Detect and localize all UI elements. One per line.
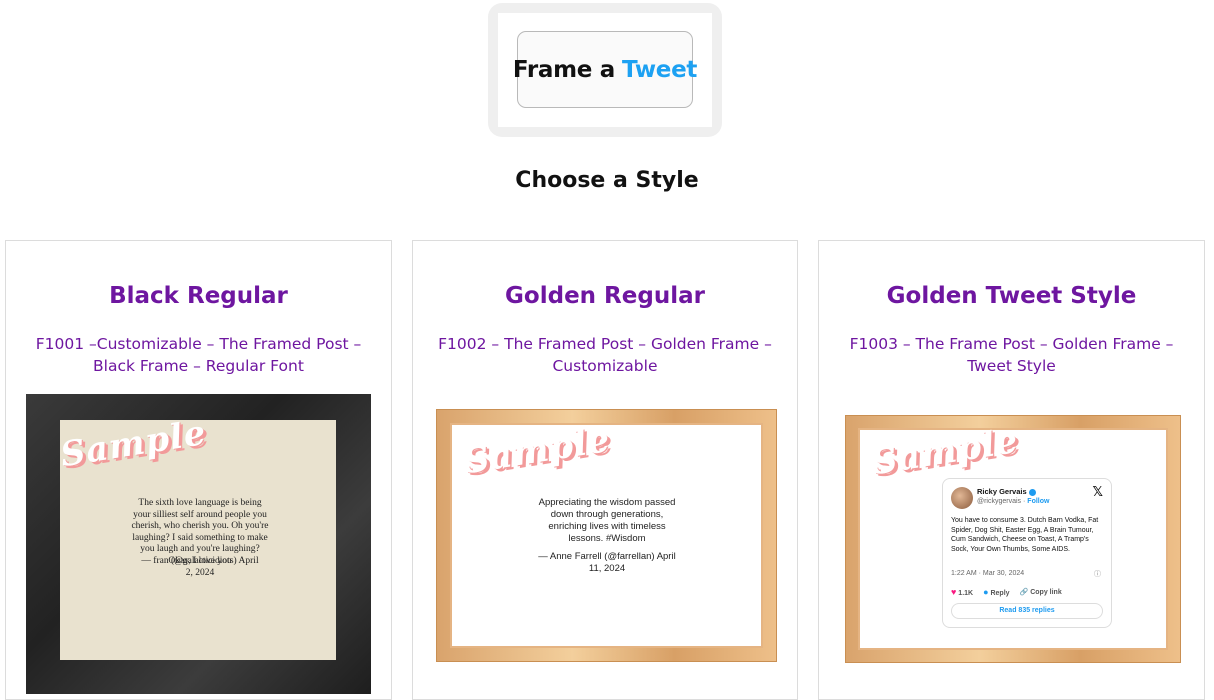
quote-attribution: — fran (@galacticidiots) April 2, 2024 [141, 556, 259, 578]
frame-mat: Sample The sixth love language is being … [58, 413, 336, 660]
style-card-black-regular[interactable]: Black Regular F1001 –Customizable – The … [5, 240, 392, 700]
card-subtitle[interactable]: F1003 – The Frame Post – Golden Frame – … [839, 333, 1184, 377]
card-subtitle[interactable]: F1002 – The Framed Post – Golden Frame –… [433, 333, 777, 377]
x-logo-icon: 𝕏 [1092, 484, 1103, 499]
tweet-author: Ricky Gervais [977, 487, 1036, 496]
tweet-actions: ♥ 1.1K ● Reply 🔗 Copy link [951, 587, 1062, 597]
quote-text: Appreciating the wisdom passed down thro… [538, 497, 676, 544]
tweet-body: You have to consume 3. Dutch Barn Vodka,… [951, 517, 1099, 553]
avatar [951, 487, 973, 509]
card-subtitle[interactable]: F1001 –Customizable – The Framed Post – … [26, 333, 371, 377]
sample-watermark: Sample [869, 420, 1022, 484]
card-title[interactable]: Black Regular [6, 283, 391, 309]
heart-icon: ♥ [951, 587, 957, 597]
info-icon: ⓘ [1094, 571, 1101, 578]
frame-a-tweet-logo[interactable]: Frame a Tweet [513, 31, 697, 108]
frame-mat: Sample Ricky Gervais @rickygervais · Fol… [860, 421, 1166, 648]
logo-word-tweet: Tweet [622, 56, 698, 83]
link-icon: 🔗 [1019, 589, 1029, 596]
logo-word-frame: Frame a [512, 56, 615, 83]
frame-mat: Sample Appreciating the wisdom passed do… [452, 420, 761, 646]
golden-frame-preview[interactable]: Sample Ricky Gervais @rickygervais · Fol… [845, 415, 1181, 663]
style-card-golden-regular[interactable]: Golden Regular F1002 – The Framed Post –… [412, 240, 798, 700]
reply-label: Reply [990, 590, 1010, 597]
tweet-time: 1:22 AM · Mar 30, 2024 [951, 570, 1025, 577]
logo-container: Frame a Tweet [488, 3, 722, 137]
read-replies-button: Read 835 replies [951, 603, 1103, 619]
follow-link: Follow [1027, 498, 1050, 505]
page-title: Choose a Style [515, 168, 699, 193]
tweet-handle-row: @rickygervais · Follow [977, 498, 1050, 505]
sample-watermark: Sample [57, 412, 210, 476]
verified-badge-icon [1028, 488, 1036, 496]
tweet-card: Ricky Gervais @rickygervais · Follow 𝕏 Y… [942, 478, 1112, 628]
style-card-golden-tweet[interactable]: Golden Tweet Style F1003 – The Frame Pos… [818, 240, 1205, 700]
copy-link-label: Copy link [1030, 589, 1062, 596]
card-title[interactable]: Golden Regular [413, 283, 797, 309]
reply-icon: ● [983, 587, 989, 597]
logo-inner: Frame a Tweet [498, 13, 712, 127]
quote-attribution: — Anne Farrell (@farrellan) April 11, 20… [538, 551, 676, 574]
sample-watermark: Sample [461, 419, 614, 483]
golden-frame-preview[interactable]: Sample Appreciating the wisdom passed do… [436, 409, 777, 662]
black-frame-preview[interactable]: Sample The sixth love language is being … [26, 394, 371, 694]
card-title[interactable]: Golden Tweet Style [819, 283, 1204, 309]
like-count: 1.1K [958, 590, 974, 597]
